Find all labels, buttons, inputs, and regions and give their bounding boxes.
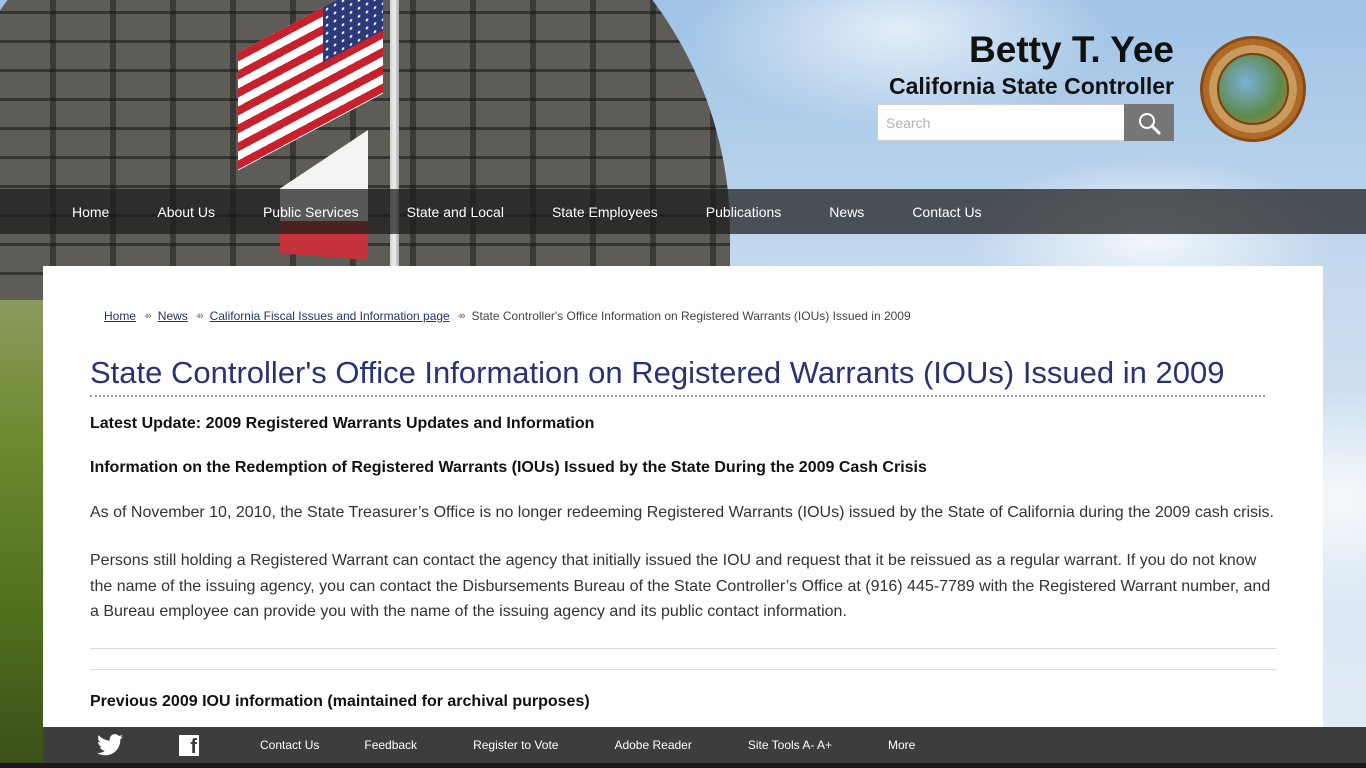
twitter-icon bbox=[97, 734, 123, 756]
latest-update-heading: Latest Update: 2009 Registered Warrants … bbox=[90, 415, 595, 432]
breadcrumb-separator-icon: -» bbox=[457, 310, 466, 322]
nav-about-us[interactable]: About Us bbox=[157, 204, 215, 220]
breadcrumb: Home -» News -» California Fiscal Issues… bbox=[90, 308, 1276, 324]
nav-contact-us[interactable]: Contact Us bbox=[912, 204, 981, 220]
search-icon bbox=[1139, 112, 1161, 134]
main-content: Home -» News -» California Fiscal Issues… bbox=[43, 266, 1323, 768]
controller-title: California State Controller bbox=[889, 73, 1174, 99]
reissue-instructions-paragraph: Persons still holding a Registered Warra… bbox=[90, 552, 1271, 620]
divider bbox=[90, 647, 1276, 649]
state-controller-seal[interactable] bbox=[1200, 36, 1306, 142]
divider bbox=[90, 668, 1276, 670]
font-larger-button[interactable]: A+ bbox=[817, 738, 832, 752]
nav-home[interactable]: Home bbox=[72, 204, 109, 220]
nav-public-services[interactable]: Public Services bbox=[263, 204, 359, 220]
breadcrumb-news[interactable]: News bbox=[158, 309, 188, 323]
redemption-status-paragraph: As of November 10, 2010, the State Treas… bbox=[90, 504, 1274, 521]
nav-publications[interactable]: Publications bbox=[706, 204, 782, 220]
search-button[interactable] bbox=[1124, 104, 1174, 141]
seal-emblem bbox=[1217, 53, 1289, 125]
footer-site-tools: Site Tools A- A+ bbox=[748, 738, 832, 752]
footer-more[interactable]: More bbox=[888, 738, 915, 752]
redemption-info-heading: Information on the Redemption of Registe… bbox=[90, 459, 927, 476]
controller-name[interactable]: Betty T. Yee bbox=[889, 28, 1174, 72]
breadcrumb-separator-icon: -» bbox=[195, 310, 204, 322]
footer-contact-us[interactable]: Contact Us bbox=[260, 738, 319, 752]
footer-feedback[interactable]: Feedback bbox=[364, 738, 417, 752]
font-smaller-button[interactable]: A- bbox=[802, 738, 814, 752]
facebook-link[interactable]: f bbox=[179, 734, 199, 757]
nav-state-and-local[interactable]: State and Local bbox=[407, 204, 504, 220]
breadcrumb-home[interactable]: Home bbox=[104, 309, 136, 323]
site-brand: Betty T. Yee California State Controller bbox=[889, 28, 1174, 100]
facebook-icon: f bbox=[179, 734, 199, 757]
site-tools-link[interactable]: Site Tools bbox=[748, 738, 800, 752]
page-title: State Controller's Office Information on… bbox=[90, 355, 1265, 397]
breadcrumb-current: State Controller's Office Information on… bbox=[471, 309, 911, 323]
previous-info-heading: Previous 2009 IOU information (maintaine… bbox=[90, 692, 590, 710]
footer-adobe-reader[interactable]: Adobe Reader bbox=[614, 738, 691, 752]
breadcrumb-separator-icon: -» bbox=[144, 310, 152, 322]
footer-register-to-vote[interactable]: Register to Vote bbox=[473, 738, 558, 752]
breadcrumb-fiscal-issues[interactable]: California Fiscal Issues and Information… bbox=[210, 309, 450, 323]
nav-state-employees[interactable]: State Employees bbox=[552, 204, 658, 220]
footer-bottom-strip bbox=[0, 763, 1366, 768]
search-form bbox=[877, 104, 1174, 141]
nav-news[interactable]: News bbox=[829, 204, 864, 220]
twitter-link[interactable] bbox=[97, 734, 123, 756]
main-nav: Home About Us Public Services State and … bbox=[0, 189, 1366, 234]
footer-bar: f Contact Us Feedback Register to Vote A… bbox=[43, 727, 1366, 763]
search-input[interactable] bbox=[877, 104, 1124, 141]
